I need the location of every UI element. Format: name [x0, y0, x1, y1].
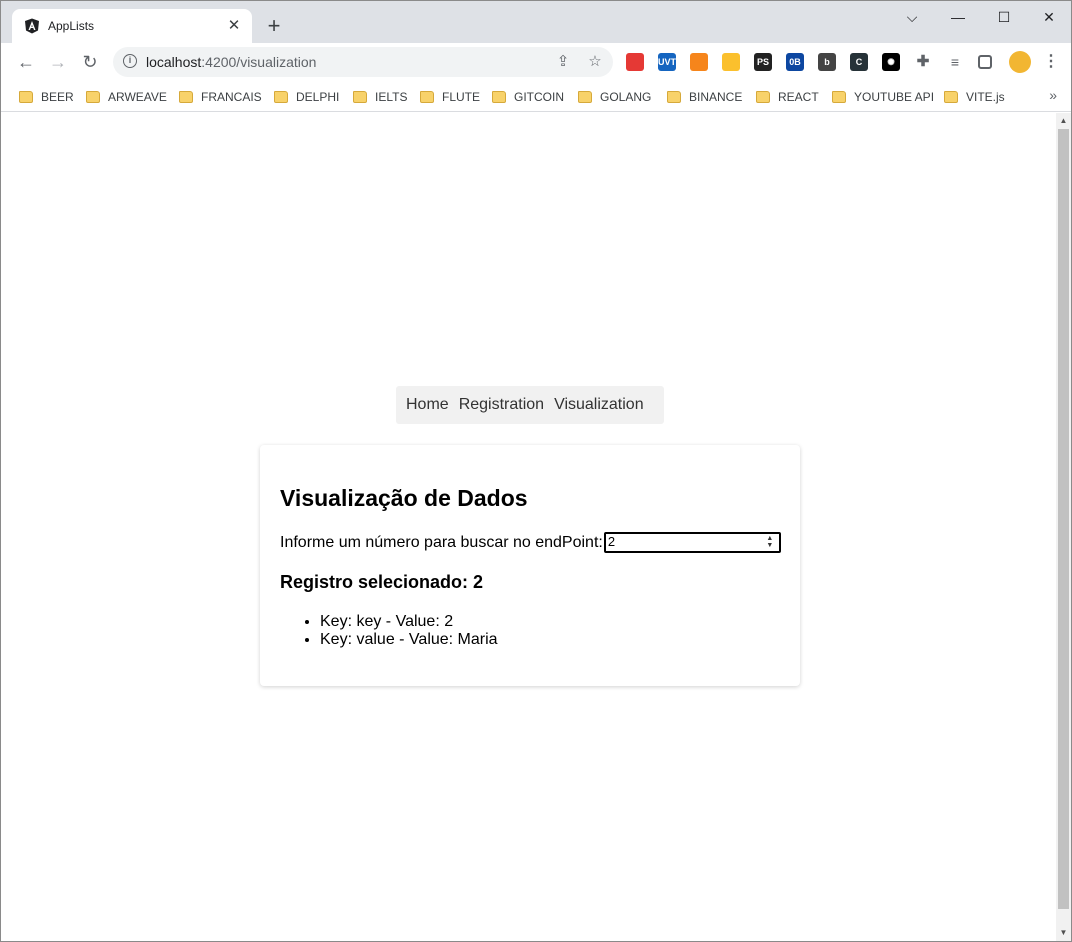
bookmark-label: ARWEAVE — [108, 90, 167, 104]
nav-link-registration[interactable]: Registration — [459, 396, 544, 414]
address-bar[interactable]: i localhost:4200/visualization ⇪ ☆ — [113, 47, 613, 77]
tab-applists[interactable]: AppLists ✕ — [12, 9, 252, 43]
bookmarks-more-icon[interactable]: » — [1049, 87, 1057, 103]
folder-icon — [578, 91, 592, 103]
nav-link-visualization[interactable]: Visualization — [554, 396, 644, 414]
folder-icon — [353, 91, 367, 103]
profile-avatar[interactable] — [1009, 51, 1031, 73]
bookmark-label: DELPHI — [296, 90, 340, 104]
tab-strip: AppLists ✕ + ⌵ — ☐ ✕ — [1, 1, 1071, 43]
record-list: Key: key - Value: 2 Key: value - Value: … — [320, 613, 498, 649]
number-input[interactable]: 2 ▲ ▼ — [603, 532, 781, 553]
bookmark-star-icon[interactable]: ☆ — [585, 52, 605, 72]
close-window-button[interactable]: ✕ — [1034, 7, 1064, 27]
query-label: Informe um número para buscar no endPoin… — [280, 533, 603, 551]
bookmark-golang[interactable]: GOLANG — [578, 87, 651, 107]
bookmark-label: BEER — [41, 90, 74, 104]
bookmark-label: YOUTUBE API — [854, 90, 935, 104]
site-info-icon[interactable]: i — [123, 54, 137, 68]
bookmark-label: GITCOIN — [514, 90, 564, 104]
bookmark-label: BINANCE — [689, 90, 743, 104]
bookmark-label: VITE.js — [966, 90, 1005, 104]
stats-extension-icon[interactable] — [722, 53, 740, 71]
folder-icon — [667, 91, 681, 103]
metamask-extension-icon[interactable] — [690, 53, 708, 71]
menu-kebab-icon[interactable]: ⋮ — [1042, 53, 1060, 71]
number-input-value: 2 — [607, 534, 616, 549]
bookmark-label: FLUTE — [442, 90, 481, 104]
folder-icon — [756, 91, 770, 103]
app-navbar: Home Registration Visualization — [396, 386, 664, 424]
b-extension-icon[interactable]: b — [818, 53, 836, 71]
bookmark-label: FRANCAIS — [201, 90, 262, 104]
bookmark-label: IELTS — [375, 90, 408, 104]
list-item: Key: key - Value: 2 — [320, 613, 498, 631]
folder-icon — [274, 91, 288, 103]
angular-icon — [25, 18, 39, 34]
tab-title: AppLists — [48, 19, 95, 33]
page-viewport: Home Registration Visualization Visualiz… — [1, 113, 1055, 941]
c-extension-icon[interactable]: C — [850, 53, 868, 71]
bookmark-youtube-api[interactable]: YOUTUBE API — [832, 87, 934, 107]
folder-icon — [19, 91, 33, 103]
bookmark-arweave[interactable]: ARWEAVE — [86, 87, 167, 107]
minimize-button[interactable]: — — [943, 7, 973, 27]
browser-toolbar: ← → ↻ i localhost:4200/visualization ⇪ ☆… — [1, 43, 1071, 81]
puzzle-extensions-icon[interactable]: ✚ — [914, 53, 932, 71]
bookmark-label: GOLANG — [600, 90, 652, 104]
browser-window: AppLists ✕ + ⌵ — ☐ ✕ ← → ↻ i localhost:4… — [0, 0, 1072, 942]
bookmark-label: REACT — [778, 90, 819, 104]
visualization-card: Visualização de Dados Informe um número … — [260, 445, 800, 686]
query-row: Informe um número para buscar no endPoin… — [280, 532, 781, 553]
selected-record-heading: Registro selecionado: 2 — [280, 572, 484, 592]
page-title: Visualização de Dados — [280, 485, 528, 511]
folder-icon — [420, 91, 434, 103]
number-stepper-icon[interactable]: ▲ ▼ — [765, 535, 775, 550]
ps-extension-icon[interactable]: PS — [754, 53, 772, 71]
nav-link-home[interactable]: Home — [406, 396, 449, 414]
scrollbar-thumb[interactable] — [1058, 129, 1069, 909]
url-text[interactable]: localhost:4200/visualization — [146, 54, 316, 70]
bookmark-vite-js[interactable]: VITE.js — [944, 87, 1005, 107]
back-arrow-icon[interactable]: ← — [15, 51, 37, 73]
maximize-button[interactable]: ☐ — [989, 7, 1019, 27]
bookmark-delphi[interactable]: DELPHI — [274, 87, 339, 107]
forward-arrow-icon[interactable]: → — [47, 51, 69, 73]
shield-extension-icon[interactable] — [626, 53, 644, 71]
new-tab-button[interactable]: + — [263, 15, 285, 37]
bookmark-ielts[interactable]: IELTS — [353, 87, 407, 107]
url-path: :4200/visualization — [201, 54, 317, 70]
vertical-scrollbar[interactable]: ▲ ▼ — [1056, 113, 1071, 941]
folder-icon — [86, 91, 100, 103]
side-panel-icon[interactable] — [978, 55, 992, 69]
bookmark-react[interactable]: REACT — [756, 87, 819, 107]
bookmark-binance[interactable]: BINANCE — [667, 87, 742, 107]
ob-extension-icon[interactable]: 0B — [786, 53, 804, 71]
folder-icon — [492, 91, 506, 103]
scroll-up-icon[interactable]: ▲ — [1059, 116, 1068, 125]
list-item: Key: value - Value: Maria — [320, 631, 498, 649]
scroll-down-icon[interactable]: ▼ — [1059, 928, 1068, 937]
gpt-extension-icon[interactable]: ✺ — [882, 53, 900, 71]
bookmarks-bar: BEER ARWEAVE FRANCAIS DELPHI IELTS FLUTE GITCO… — [1, 81, 1071, 112]
reload-icon[interactable]: ↻ — [79, 51, 101, 73]
folder-icon — [179, 91, 193, 103]
tab-close-icon[interactable]: ✕ — [224, 16, 244, 36]
bookmark-beer[interactable]: BEER — [19, 87, 74, 107]
bookmark-flute[interactable]: FLUTE — [420, 87, 480, 107]
tab-search-icon[interactable]: ⌵ — [897, 7, 927, 27]
bookmark-gitcoin[interactable]: GITCOIN — [492, 87, 564, 107]
bookmark-francais[interactable]: FRANCAIS — [179, 87, 262, 107]
url-host: localhost — [146, 54, 202, 70]
folder-icon — [832, 91, 846, 103]
share-icon[interactable]: ⇪ — [553, 52, 573, 72]
reading-list-icon[interactable]: ≡ — [946, 53, 964, 71]
uvt-extension-icon[interactable]: UVT — [658, 53, 676, 71]
folder-icon — [944, 91, 958, 103]
